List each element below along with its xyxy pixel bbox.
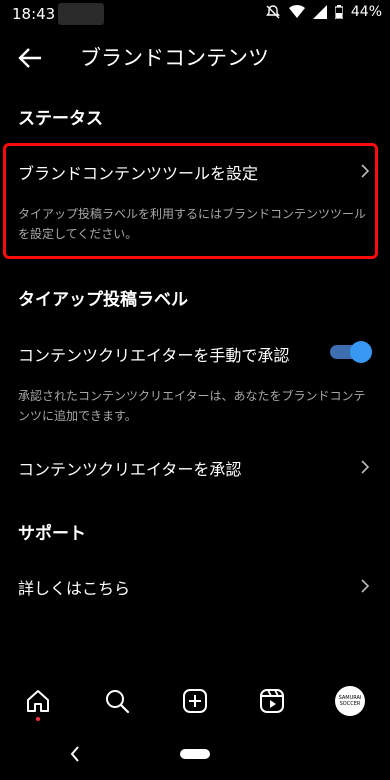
- wifi-icon: [288, 5, 305, 18]
- status-blurred-area: [58, 3, 104, 25]
- battery-icon: [334, 5, 343, 19]
- back-arrow-icon[interactable]: [16, 44, 44, 72]
- manual-approve-label: コンテンツクリエイターを手動で承認: [18, 346, 290, 365]
- approve-creators-row[interactable]: コンテンツクリエイターを承認: [0, 446, 390, 488]
- chevron-right-icon: [361, 164, 370, 178]
- section-title-support: サポート: [18, 524, 86, 544]
- nav-reels[interactable]: [257, 686, 287, 716]
- nav-create[interactable]: [180, 686, 210, 716]
- chevron-right-icon: [361, 460, 370, 474]
- approve-creators-label: コンテンツクリエイターを承認: [18, 460, 242, 479]
- system-home-pill[interactable]: [180, 749, 210, 759]
- status-icons: 44%: [265, 4, 382, 20]
- manual-approve-description: 承認されたコンテンツクリエイターは、あなたをブランドコンテンツに追加できます。: [18, 389, 366, 423]
- learn-more-row[interactable]: 詳しくはこちら: [0, 565, 390, 607]
- status-time: 18:43: [12, 5, 56, 23]
- page-title: ブランドコンテンツ: [80, 46, 269, 70]
- bottom-nav: SAMURAI SOCCER: [0, 680, 390, 724]
- manual-approve-row[interactable]: コンテンツクリエイターを手動で承認: [0, 332, 390, 372]
- brand-content-tool-row[interactable]: ブランドコンテンツツールを設定: [0, 148, 390, 194]
- nav-home[interactable]: [23, 686, 53, 716]
- toggle-knob: [350, 341, 372, 363]
- nav-profile[interactable]: SAMURAI SOCCER: [335, 686, 365, 716]
- avatar-text-2: SOCCER: [339, 701, 361, 707]
- signal-icon: [312, 5, 327, 19]
- home-icon: [27, 690, 49, 712]
- section-title-tieup: タイアップ投稿ラベル: [18, 290, 188, 310]
- create-icon: [183, 689, 207, 713]
- battery-percent: 44%: [350, 4, 382, 20]
- chevron-right-icon: [361, 579, 370, 593]
- status-bar: 18:43 44%: [0, 0, 390, 28]
- reels-icon: [260, 689, 284, 713]
- home-notification-dot: [36, 717, 40, 721]
- nav-search[interactable]: [102, 686, 132, 716]
- system-back-icon[interactable]: [68, 744, 82, 764]
- avatar: SAMURAI SOCCER: [335, 686, 365, 716]
- mute-bell-icon: [265, 5, 280, 19]
- brand-content-tool-description: タイアップ投稿ラベルを利用するにはブランドコンテンツツールを設定してください。: [18, 207, 367, 241]
- header: ブランドコンテンツ: [0, 36, 390, 80]
- brand-content-tool-label: ブランドコンテンツツールを設定: [18, 164, 259, 183]
- learn-more-label: 詳しくはこちら: [18, 579, 131, 598]
- search-icon: [106, 690, 130, 714]
- section-title-status: ステータス: [18, 109, 103, 129]
- system-nav-bar: [0, 730, 390, 780]
- manual-approve-toggle[interactable]: [330, 341, 372, 363]
